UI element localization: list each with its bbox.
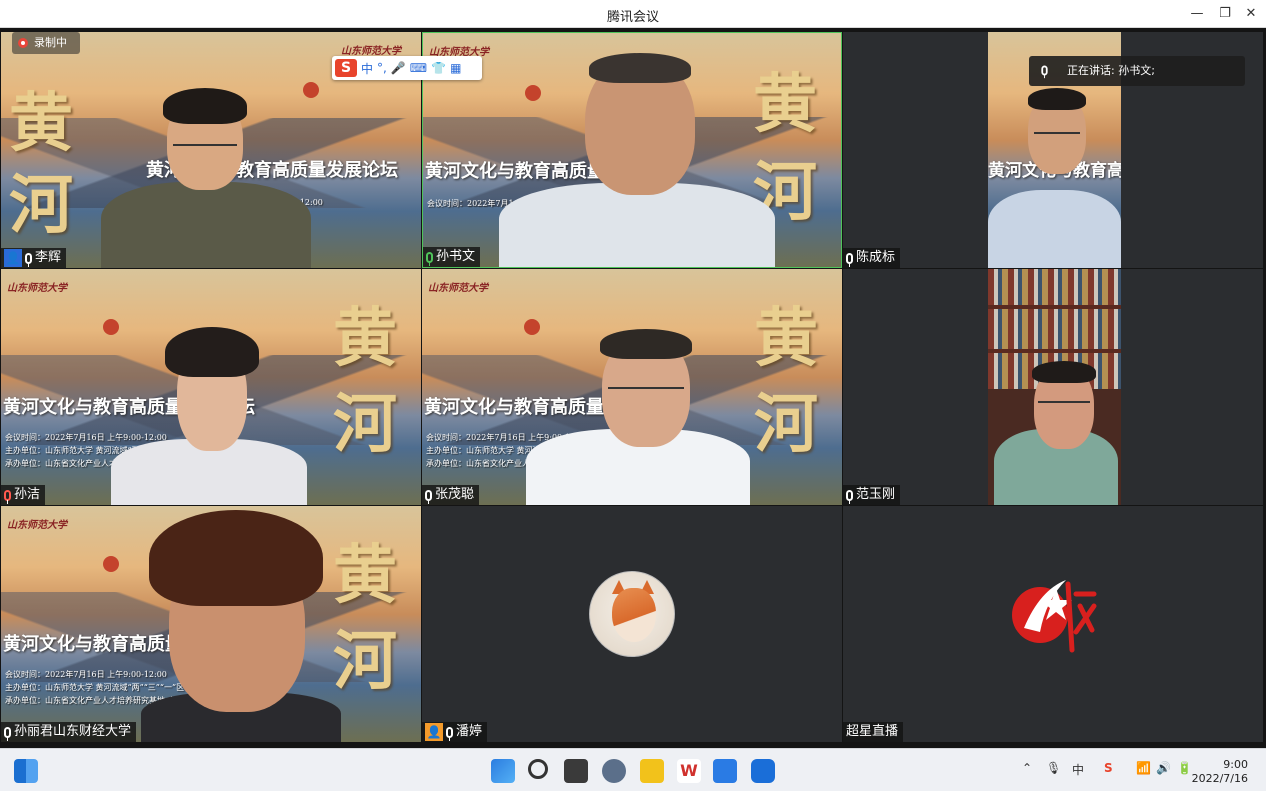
host-icon: 👤 [4, 249, 22, 267]
participant-namebar: 👤 李辉 [1, 248, 67, 268]
participant-name: 张茂聪 [435, 487, 475, 502]
microphone-icon[interactable]: 🎤 [391, 61, 406, 75]
sogou-icon[interactable]: S [335, 59, 357, 77]
chaoxing-logo [1012, 580, 1097, 653]
participant-video [988, 190, 1121, 268]
sogou-tray-icon[interactable]: S [1104, 761, 1113, 775]
user-icon: 👤 [425, 723, 443, 741]
taskbar: W ⌃ 🎙 中 S 📶 🔊 🔋 9:00 2022/7/16 [0, 748, 1266, 791]
mic-muted-icon [4, 489, 11, 504]
backdrop-char: 黄 [753, 67, 817, 142]
participant-tile[interactable]: 范玉刚 [843, 269, 1263, 505]
backdrop-university: 山东师范大学 [7, 520, 67, 531]
backdrop-char: 河 [9, 168, 73, 243]
tencent-meeting-icon[interactable] [713, 759, 737, 783]
backdrop-char: 河 [754, 387, 818, 462]
participant-namebar: 孙书文 [423, 247, 481, 267]
mic-icon [1041, 65, 1048, 79]
participant-video [499, 183, 775, 267]
window-title: 腾讯会议 [606, 10, 659, 25]
participant-name: 孙丽君山东财经大学 [14, 724, 132, 739]
backdrop-char: 黄 [9, 86, 73, 161]
close-button[interactable]: ✕ [1240, 4, 1262, 24]
clock-date: 2022/7/16 [1191, 772, 1248, 785]
participant-namebar: 孙洁 [1, 485, 46, 505]
start-icon[interactable] [491, 759, 515, 783]
chevron-up-icon[interactable]: ⌃ [1022, 761, 1032, 775]
participant-name: 孙洁 [14, 487, 41, 502]
participant-name: 陈成标 [856, 250, 896, 265]
participant-name: 超星直播 [846, 724, 899, 739]
backdrop-char: 黄 [754, 301, 818, 376]
participant-namebar: 👤 潘婷 [422, 722, 488, 742]
speaking-indicator: 正在讲话: 孙书文; [1029, 56, 1245, 86]
title-bar: 腾讯会议 — ❐ ✕ [0, 0, 1266, 28]
volume-icon[interactable]: 🔊 [1156, 761, 1171, 775]
microphone-icon[interactable]: 🎙 [1046, 761, 1061, 775]
participant-tile[interactable]: 黄 河 山东师范大学 黄河文化与教育高质量发展论坛 会议时间：2022年7月16… [422, 269, 842, 505]
ime-toolbar[interactable]: S 中 °, 🎤 ⌨ 👕 ▦ [332, 56, 482, 80]
battery-icon[interactable]: 🔋 [1177, 761, 1192, 775]
clock-time: 9:00 [1223, 758, 1248, 771]
participant-name: 范玉刚 [856, 487, 896, 502]
mic-icon [4, 726, 11, 741]
participant-name: 李辉 [35, 250, 62, 265]
participant-tile[interactable]: 黄 河 山东师范大学 黄河文化与教育高质量发展论坛 会议时间：2022年7月16… [422, 32, 842, 268]
participant-tile[interactable]: 黄 河 山东师范大学 黄河文化与教育高质量发展论坛 会议时间：2022年7月16… [1, 269, 421, 505]
backdrop-info: 会议时间：2022年7月16日 上午9:00-12:00 [5, 433, 167, 442]
file-explorer-icon[interactable] [640, 759, 664, 783]
participant-namebar: 孙丽君山东财经大学 [1, 722, 137, 742]
participant-namebar: 陈成标 [843, 248, 901, 268]
backdrop-char: 黄 [333, 301, 397, 376]
search-icon[interactable] [528, 759, 548, 779]
backdrop-char: 黄 [333, 538, 397, 613]
system-clock[interactable]: 9:00 2022/7/16 [1192, 758, 1248, 786]
speaking-label: 正在讲话: 孙书文; [1067, 64, 1155, 77]
mic-icon [846, 252, 853, 267]
backdrop-char: 河 [333, 624, 397, 699]
app-icon[interactable] [751, 759, 775, 783]
mic-active-icon [426, 251, 433, 266]
recording-indicator[interactable]: 录制中 [12, 32, 80, 54]
participant-avatar [589, 571, 675, 657]
backdrop-info: 会议时间：2022年7月16日 上午9:00-12:00 [5, 670, 167, 679]
settings-icon[interactable] [602, 759, 626, 783]
backdrop-info: 主办单位：山东师范大学 黄河流域“两”“三”“一”区中心 [5, 683, 201, 692]
participant-name: 潘婷 [456, 724, 483, 739]
backdrop-char: 河 [333, 387, 397, 462]
backdrop-university: 山东师范大学 [428, 283, 488, 294]
backdrop-university: 山东师范大学 [7, 283, 67, 294]
participant-namebar: 范玉刚 [843, 485, 901, 505]
ime-mode[interactable]: 中 [361, 60, 373, 77]
participant-tile[interactable]: 黄 河 山东师范大学 黄河文化与教育高质量发展论坛 会议时间：2022年7月16… [1, 506, 421, 742]
ime-punct[interactable]: °, [377, 61, 387, 75]
participant-name: 孙书文 [436, 249, 476, 264]
grid-icon[interactable]: ▦ [450, 61, 461, 75]
task-view-icon[interactable] [564, 759, 588, 783]
backdrop-university: 山东师范大学 [341, 46, 401, 57]
mic-icon [25, 252, 32, 267]
wifi-icon[interactable]: 📶 [1136, 761, 1151, 775]
shirt-icon[interactable]: 👕 [431, 61, 446, 75]
ime-indicator[interactable]: 中 [1072, 761, 1084, 778]
widgets-icon[interactable] [14, 759, 38, 783]
mic-icon [446, 726, 453, 741]
minimize-button[interactable]: — [1186, 4, 1208, 24]
keyboard-icon[interactable]: ⌨ [410, 61, 427, 75]
mic-icon [846, 489, 853, 504]
wps-icon[interactable]: W [677, 759, 701, 783]
mic-icon [425, 489, 432, 504]
restore-button[interactable]: ❐ [1214, 4, 1236, 24]
participant-namebar: 张茂聪 [422, 485, 480, 505]
participant-video [101, 182, 311, 268]
participant-namebar: 超星直播 [843, 722, 904, 742]
